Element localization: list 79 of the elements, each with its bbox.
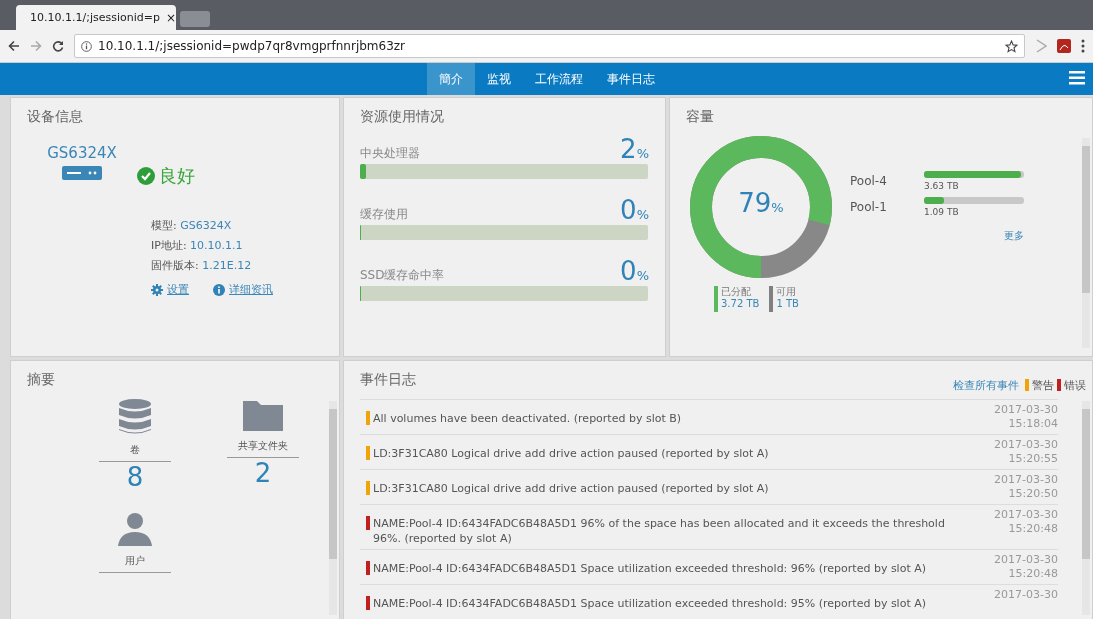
event-time: 15:20:48 (1007, 567, 1058, 581)
info-line: 模型: GS6324X (151, 218, 233, 234)
nav-tab[interactable]: 簡介 (426, 63, 475, 95)
legend-label: 错误 (1064, 377, 1086, 393)
pool-size: 3.63 TB (924, 181, 960, 191)
summary-label: 卷 (99, 443, 171, 462)
star-icon[interactable] (1005, 39, 1018, 53)
event-date: 2017-03-30 (994, 508, 1058, 522)
pool-name: Pool-4 (850, 174, 888, 188)
browser-tab[interactable]: 10.10.1.1/;jsessionid=p × (16, 5, 176, 30)
scrollbar[interactable] (1082, 401, 1090, 615)
panel-title: 设备信息 (27, 108, 84, 126)
info-line: IP地址: 10.10.1.1 (151, 238, 244, 254)
event-date: 2017-03-30 (994, 553, 1058, 567)
info-line: 固件版本: 1.21E.12 (151, 258, 253, 274)
legend-value: 1 TB (776, 298, 799, 310)
address-bar[interactable]: 10.10.1.1/;jsessionid=pwdp7qr8vmgprfnnrjbm63zr (74, 34, 1025, 58)
event-date: 2017-03-30 (994, 588, 1058, 602)
close-icon[interactable]: × (165, 10, 176, 25)
menu-icon[interactable] (1069, 71, 1085, 85)
gear-icon (151, 283, 163, 296)
status-text: 良好 (159, 164, 195, 188)
summary-label: 共享文件夹 (227, 439, 299, 458)
info-icon (213, 283, 225, 296)
tab-title: 10.10.1.1/;jsessionid=p (30, 11, 160, 24)
menu-icon[interactable] (1081, 39, 1085, 53)
meter-reading: 0% (620, 258, 649, 284)
meter-reading: 2% (620, 136, 649, 162)
back-icon[interactable] (8, 40, 20, 52)
event-date: 2017-03-30 (994, 473, 1058, 487)
event-message: NAME:Pool-4 ID:6434FADC6B48A5D1 Space utilization exceeded threshold: 95% (reported by slot A) (373, 596, 927, 611)
panel-title: 容量 (686, 108, 715, 126)
legend-label: 警告 (1032, 377, 1054, 393)
event-message: All volumes have been deactivated. (reported by slot B) (373, 411, 682, 426)
event-time: 15:20:50 (1007, 487, 1058, 501)
nav-tab[interactable]: 监视 (474, 63, 523, 95)
link[interactable]: 设置 (167, 282, 189, 297)
event-message: LD:3F31CA80 Logical drive add drive action paused (reported by slot A) (373, 446, 769, 461)
summary-label: 用户 (99, 554, 171, 573)
event-time: 15:18:04 (1007, 417, 1058, 431)
database-icon (118, 399, 152, 435)
summary-count: 2 (254, 458, 272, 488)
event-date: 2017-03-30 (994, 438, 1058, 452)
scrollbar[interactable] (1082, 138, 1090, 348)
panel-title: 资源使用情况 (360, 108, 445, 126)
event-message: NAME:Pool-4 ID:6434FADC6B48A5D1 96% of the space has been allocated and it exceeds the threshold 96%. (reported by slot A) (373, 516, 946, 546)
nav-tab[interactable]: 工作流程 (522, 63, 595, 95)
nav-tab[interactable]: 事件日志 (594, 63, 667, 95)
pool-size: 1.09 TB (924, 207, 960, 217)
summary-count: 8 (126, 462, 144, 492)
event-date: 2017-03-30 (994, 403, 1058, 417)
capacity-percent: 79% (737, 188, 785, 218)
event-time: 15:20:55 (1007, 452, 1058, 466)
event-message: NAME:Pool-4 ID:6434FADC6B48A5D1 Space utilization exceeded threshold: 96% (reported by slot A) (373, 561, 927, 576)
panel-title: 事件日志 (360, 371, 416, 389)
check-icon (137, 167, 155, 185)
reload-icon[interactable] (52, 40, 64, 52)
meter-label: SSD缓存命中率 (360, 267, 445, 284)
event-time: 15:20:48 (1007, 522, 1058, 536)
legend-label: 可用 (776, 286, 798, 298)
device-model: GS6324X (46, 144, 118, 162)
server-icon (62, 166, 102, 180)
user-icon (118, 512, 152, 546)
pdf-icon[interactable] (1057, 39, 1071, 53)
info-icon (81, 40, 92, 52)
meter-label: 中央处理器 (360, 145, 420, 162)
panel-title: 摘要 (27, 371, 56, 389)
url-text: 10.10.1.1/;jsessionid=pwdp7qr8vmgprfnnrjbm63zr (98, 39, 406, 53)
event-message: LD:3F31CA80 Logical drive add drive action paused (reported by slot A) (373, 481, 769, 496)
meter-label: 缓存使用 (360, 206, 408, 223)
folder-icon (243, 399, 283, 431)
scrollbar[interactable] (329, 401, 337, 615)
meter-reading: 0% (620, 197, 649, 223)
link[interactable]: 详细资讯 (229, 282, 273, 297)
legend-value: 3.72 TB (721, 298, 760, 310)
pool-name: Pool-1 (850, 200, 888, 214)
view-all-link[interactable]: 检查所有事件 (953, 377, 1019, 393)
more-link[interactable]: 更多 (924, 229, 1024, 243)
legend-label: 已分配 (721, 286, 752, 298)
